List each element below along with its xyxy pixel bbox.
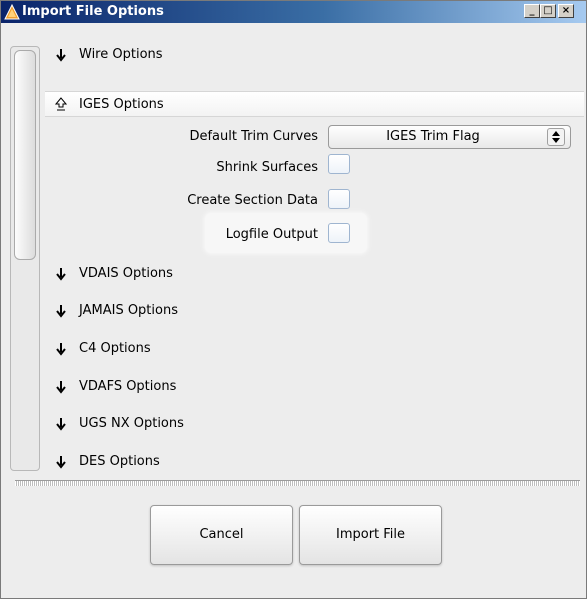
section-label: DES Options <box>79 454 160 469</box>
section-iges-options[interactable]: IGES Options <box>45 91 584 117</box>
section-label: JAMAIS Options <box>79 303 178 318</box>
section-label: IGES Options <box>79 97 164 112</box>
section-label: VDAIS Options <box>79 266 173 281</box>
logfile-output-checkbox[interactable] <box>328 223 350 243</box>
logfile-output-label: Logfile Output <box>225 227 318 242</box>
arrow-down-icon <box>56 418 66 431</box>
create-section-data-label: Create Section Data <box>187 193 318 208</box>
maximize-button[interactable]: □ <box>540 4 556 18</box>
section-label: UGS NX Options <box>79 416 184 431</box>
scrollbar-thumb[interactable] <box>14 50 36 260</box>
cancel-button[interactable]: Cancel <box>150 505 293 565</box>
section-vdafs-options[interactable]: VDAFS Options <box>45 374 584 400</box>
window-title: Import File Options <box>22 4 164 19</box>
arrow-up-collapse-icon <box>55 97 67 111</box>
shrink-surfaces-checkbox[interactable] <box>328 154 350 174</box>
select-value: IGES Trim Flag <box>386 129 480 144</box>
default-trim-curves-label: Default Trim Curves <box>189 129 318 144</box>
section-label: VDAFS Options <box>79 379 177 394</box>
minimize-button[interactable]: _ <box>524 4 540 18</box>
default-trim-curves-select[interactable]: IGES Trim Flag <box>328 125 571 149</box>
horizontal-scrollbar[interactable] <box>15 480 580 486</box>
title-bar[interactable]: Import File Options _ □ × <box>1 1 586 23</box>
arrow-down-icon <box>56 456 66 469</box>
section-vdais-options[interactable]: VDAIS Options <box>45 261 584 287</box>
section-label: Wire Options <box>79 47 163 62</box>
vertical-scrollbar[interactable] <box>10 46 40 471</box>
shrink-surfaces-label: Shrink Surfaces <box>216 160 318 175</box>
close-button[interactable]: × <box>558 4 574 18</box>
section-ugs-nx-options[interactable]: UGS NX Options <box>45 411 584 437</box>
create-section-data-checkbox[interactable] <box>328 189 350 209</box>
section-wire-options[interactable]: Wire Options <box>45 42 584 68</box>
arrow-down-icon <box>56 268 66 281</box>
arrow-down-icon <box>56 305 66 318</box>
import-file-button[interactable]: Import File <box>299 505 442 565</box>
arrow-down-icon <box>56 381 66 394</box>
arrow-down-icon <box>56 49 66 62</box>
section-c4-options[interactable]: C4 Options <box>45 336 584 362</box>
updown-chevron-icon <box>547 128 565 146</box>
app-icon <box>4 4 20 20</box>
section-des-options[interactable]: DES Options <box>45 449 584 475</box>
section-jamais-options[interactable]: JAMAIS Options <box>45 298 584 324</box>
import-file-options-window: Import File Options _ □ × Wire Options I… <box>0 0 587 599</box>
section-label: C4 Options <box>79 341 151 356</box>
arrow-down-icon <box>56 343 66 356</box>
